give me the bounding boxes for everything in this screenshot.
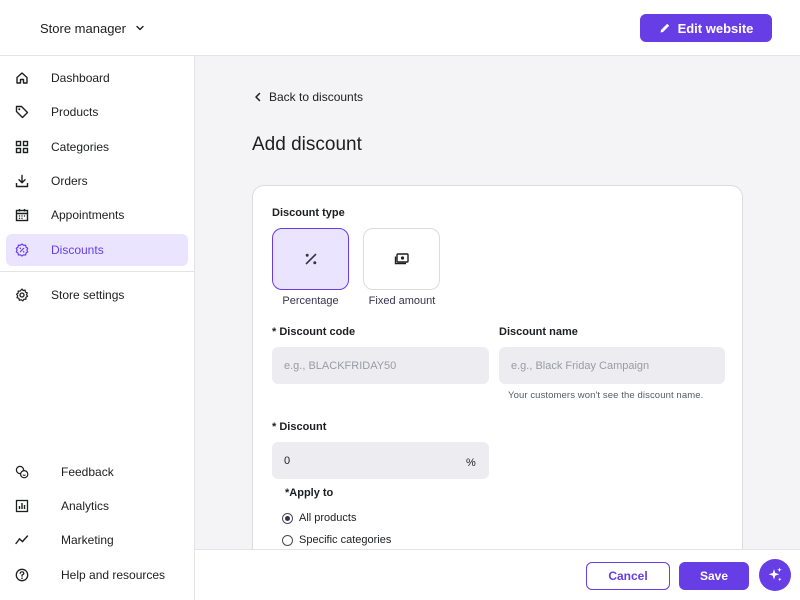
store-switcher[interactable]: Store manager: [40, 18, 146, 38]
cash-icon: [394, 253, 409, 265]
back-to-discounts-link[interactable]: Back to discounts: [253, 90, 363, 104]
percent-suffix: %: [466, 457, 476, 469]
tag-icon: [15, 105, 29, 119]
save-button[interactable]: Save: [679, 562, 749, 590]
discount-form-card: Discount type Percentage Fixed amount * …: [252, 185, 743, 600]
apply-specific-categories-option[interactable]: Specific categories: [282, 534, 391, 546]
form-footer: Cancel Save: [195, 549, 800, 600]
grid-icon: [15, 140, 29, 154]
sparkle-icon: [768, 567, 782, 582]
sidebar-item-products[interactable]: Products: [6, 96, 188, 128]
all-products-radio[interactable]: [282, 512, 293, 524]
sidebar-item-label: Orders: [51, 174, 88, 188]
apply-to-label: *Apply to: [285, 487, 334, 499]
chevron-down-icon: [136, 25, 144, 31]
sidebar-item-appointments[interactable]: Appointments: [6, 199, 188, 231]
percent-icon: [305, 253, 316, 265]
sidebar-item-label: Appointments: [51, 208, 125, 222]
ai-assistant-button[interactable]: [759, 559, 791, 591]
analytics-icon: [15, 499, 29, 513]
sidebar-item-label: Dashboard: [51, 71, 110, 85]
chevron-left-icon: [255, 92, 261, 102]
sidebar: Dashboard Products Categories Orders App…: [0, 56, 195, 600]
sidebar-item-label: Products: [51, 105, 99, 119]
percentage-type-option[interactable]: [272, 228, 349, 290]
pencil-icon: [660, 23, 669, 33]
help-icon: [15, 568, 29, 582]
discount-value-label: * Discount: [272, 421, 327, 433]
discount-badge-icon: [15, 243, 29, 257]
sidebar-item-store-settings[interactable]: Store settings: [6, 279, 188, 311]
sidebar-item-marketing[interactable]: Marketing: [6, 524, 188, 556]
feedback-icon: [15, 465, 29, 479]
marketing-icon: [15, 535, 29, 545]
edit-website-label: Edit website: [677, 20, 754, 36]
sidebar-item-dashboard[interactable]: Dashboard: [6, 62, 188, 94]
sidebar-item-label: Analytics: [61, 499, 110, 513]
sidebar-item-label: Categories: [51, 140, 110, 154]
sidebar-item-discounts[interactable]: Discounts: [6, 234, 188, 266]
sidebar-item-orders[interactable]: Orders: [6, 165, 188, 197]
store-switcher-label: Store manager: [40, 20, 126, 36]
apply-all-products-option[interactable]: All products: [282, 512, 356, 524]
discount-name-helper: Your customers won't see the discount na…: [508, 390, 704, 401]
download-icon: [15, 174, 29, 188]
cancel-button[interactable]: Cancel: [586, 562, 670, 590]
specific-categories-label: Specific categories: [299, 534, 392, 546]
sidebar-item-label: Discounts: [51, 243, 104, 257]
sidebar-item-help[interactable]: Help and resources: [6, 559, 188, 591]
discount-value-input[interactable]: [272, 442, 489, 479]
sidebar-item-label: Feedback: [61, 465, 114, 479]
sidebar-item-feedback[interactable]: Feedback: [6, 456, 188, 488]
back-link-label: Back to discounts: [269, 90, 364, 104]
all-products-label: All products: [299, 512, 357, 524]
sidebar-item-label: Store settings: [51, 288, 125, 302]
gear-icon: [15, 288, 29, 302]
edit-website-button[interactable]: Edit website: [640, 14, 772, 42]
sidebar-item-label: Marketing: [61, 533, 114, 547]
discount-type-label: Discount type: [272, 207, 345, 219]
fixed-amount-type-option[interactable]: [363, 228, 440, 290]
discount-code-input[interactable]: [272, 347, 489, 384]
top-bar: Store manager Edit website: [0, 0, 800, 56]
sidebar-item-label: Help and resources: [61, 568, 166, 582]
discount-name-label: Discount name: [499, 326, 578, 338]
home-icon: [16, 72, 28, 84]
sidebar-item-categories[interactable]: Categories: [6, 131, 188, 163]
main-content: Back to discounts Add discount Discount …: [195, 56, 800, 600]
specific-categories-radio[interactable]: [282, 534, 293, 546]
sidebar-divider: [0, 271, 194, 272]
discount-name-input[interactable]: [499, 347, 725, 384]
percentage-type-label: Percentage: [282, 295, 339, 307]
calendar-icon: [15, 209, 29, 222]
sidebar-item-analytics[interactable]: Analytics: [6, 490, 188, 522]
page-title: Add discount: [252, 134, 362, 155]
discount-code-label: * Discount code: [272, 326, 356, 338]
fixed-amount-type-label: Fixed amount: [368, 295, 436, 307]
